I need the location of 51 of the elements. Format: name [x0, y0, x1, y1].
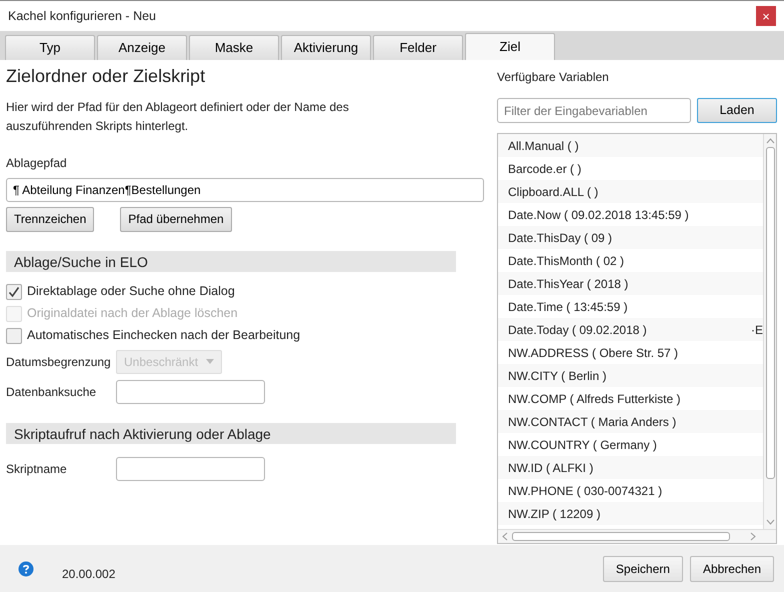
help-icon[interactable] [18, 560, 34, 576]
section-header: Skriptaufruf nach Aktivierung oder Ablage [6, 422, 456, 444]
list-item[interactable]: Barcode.er ( ) [508, 160, 582, 178]
field-label: Skriptname [6, 460, 68, 478]
action-button[interactable]: Pfad übernehmen [120, 206, 232, 232]
checkbox[interactable] [6, 328, 22, 344]
vertical-scrollbar[interactable] [763, 134, 776, 529]
action-button[interactable]: Trennzeichen [6, 206, 94, 232]
variable-list[interactable] [497, 133, 777, 544]
close-button[interactable]: × [756, 6, 776, 26]
list-item[interactable]: NW.COUNTRY ( Germany ) [508, 436, 657, 454]
tab[interactable]: Aktivierung [281, 35, 371, 60]
panel-title: Verfügbare Variablen [497, 69, 610, 86]
window-title: Kachel konfigurieren - Neu [8, 8, 157, 25]
horizontal-scrollbar[interactable] [498, 529, 776, 543]
script-name-field[interactable] [116, 456, 265, 481]
list-item[interactable]: NW.PHONE ( 030-0074321 ) [508, 482, 662, 500]
section-header: Ablage/Suche in ELO [6, 250, 456, 272]
list-item[interactable]: NW.COMP ( Alfreds Futterkiste ) [508, 390, 680, 408]
list-item[interactable]: Date.Time ( 13:45:59 ) [508, 298, 628, 316]
database-search-field[interactable] [116, 380, 265, 404]
list-item-text: ·E [751, 322, 763, 338]
field-label: Datumsbegrenzung [6, 354, 112, 371]
tab[interactable]: Anzeige [97, 35, 187, 60]
checkbox-label: Originaldatei nach der Ablage löschen [27, 305, 238, 322]
list-item[interactable]: NW.ADDRESS ( Obere Str. 57 ) [508, 344, 678, 362]
checkbox-label: Automatisches Einchecken nach der Bearbeitung [27, 327, 300, 344]
scroll-down-icon[interactable] [766, 519, 774, 525]
scroll-left-icon[interactable] [502, 532, 508, 541]
tab[interactable]: Typ [5, 35, 95, 60]
footer-button[interactable]: Abbrechen [690, 556, 774, 582]
tab[interactable]: Ziel [465, 33, 555, 60]
filter-field[interactable]: Filter der Eingabevariablen [497, 98, 691, 123]
field-label: Ablagepfad [6, 154, 68, 172]
tab[interactable]: Maske [189, 35, 279, 60]
description-text: Hier wird der Pfad für den Ablageort definiert oder der Name des auszuführenden Skripts hinterlegt. [6, 98, 350, 135]
caret-icon [206, 359, 214, 364]
section-heading: Zielordner oder Zielskript [6, 65, 206, 88]
list-item[interactable]: Date.ThisMonth ( 02 ) [508, 252, 624, 270]
tab[interactable]: Felder [373, 35, 463, 60]
list-item[interactable]: Date.Today ( 09.02.2018 ) [508, 320, 647, 338]
scroll-right-icon[interactable] [750, 532, 756, 541]
list-item[interactable]: Date.Now ( 09.02.2018 13:45:59 ) [508, 206, 689, 224]
footer-button[interactable]: Speichern [602, 556, 683, 582]
checkbox[interactable] [6, 284, 22, 300]
version-text: 20.00.002 [62, 566, 116, 582]
path-field[interactable]: ¶ Abteilung Finanzen¶Bestellungen [6, 178, 484, 202]
field-label: Datenbanksuche [6, 384, 98, 401]
checkbox-label: Direktablage oder Suche ohne Dialog [27, 283, 235, 300]
scroll-up-icon[interactable] [766, 138, 774, 144]
load-button[interactable]: Laden [697, 98, 777, 123]
